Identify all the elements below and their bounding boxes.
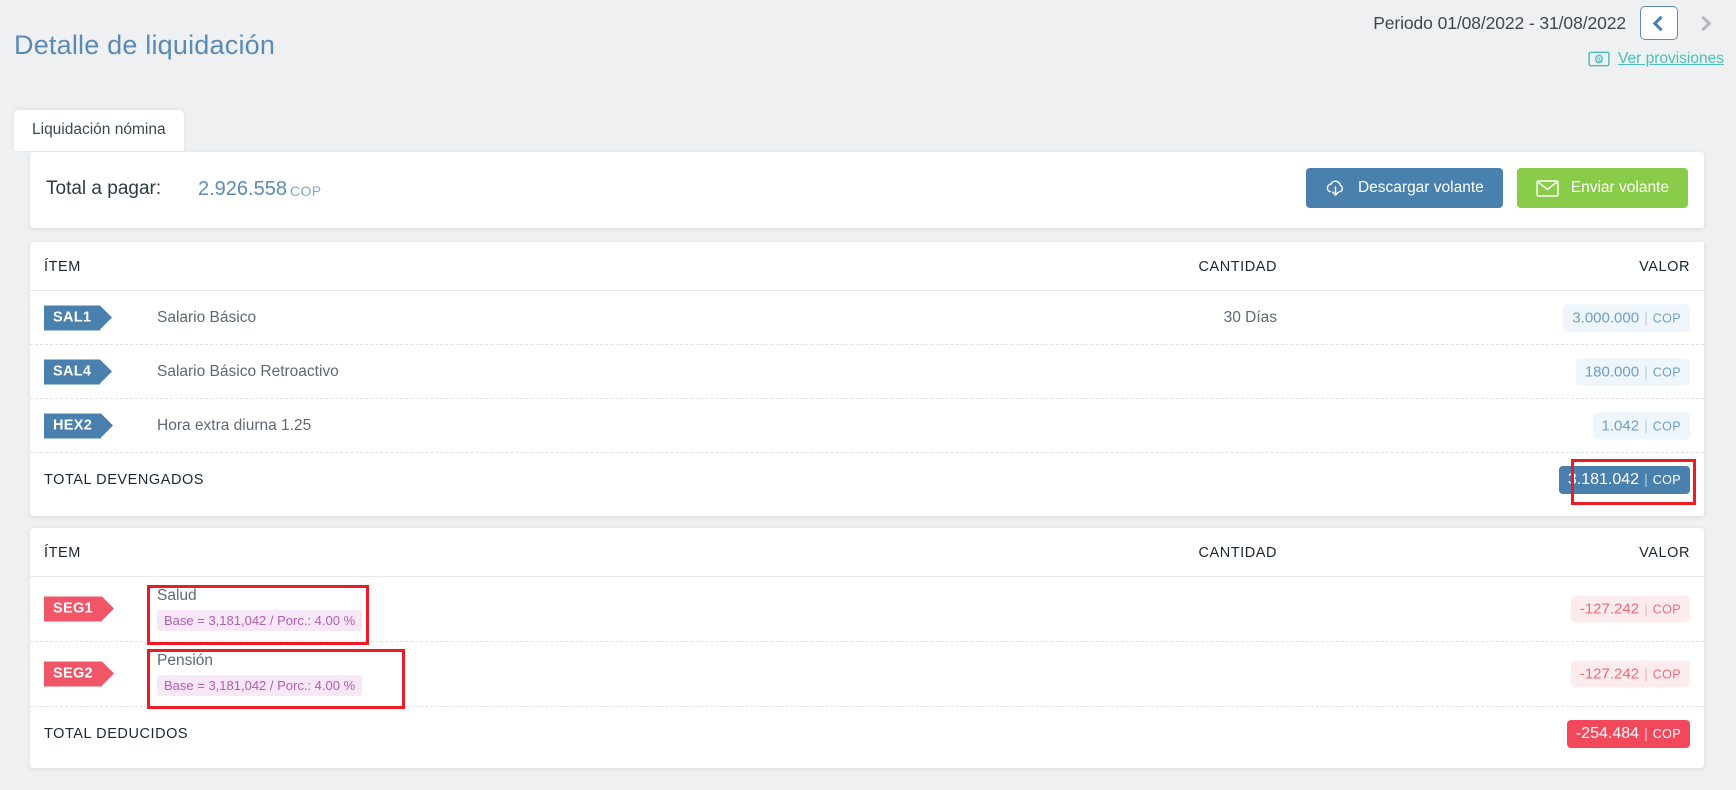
summary-actions: Descargar volante Enviar volante (1305, 168, 1688, 208)
earnings-table-card: ÍTEM CANTIDAD VALOR SAL1 Salario Básico … (30, 242, 1704, 516)
badge-label: SAL4 (44, 359, 113, 384)
earnings-code-badge: HEX2 (44, 413, 114, 438)
table-row[interactable]: HEX2 Hora extra diurna 1.25 1.042 | COP (30, 399, 1704, 453)
deductions-total-value: -254.484 | COP (1566, 720, 1690, 748)
page-header: Detalle de liquidación Periodo 01/08/202… (0, 0, 1736, 96)
deductions-col-quantity: CANTIDAD (1198, 545, 1277, 561)
earnings-item-value: 3.000.000 | COP (1563, 304, 1690, 331)
svg-text:$: $ (1597, 57, 1601, 64)
tab-bar: Liquidación nómina (14, 110, 184, 151)
value-number: -254.484 (1575, 725, 1640, 742)
earnings-code-badge: SAL4 (44, 359, 113, 384)
deductions-item-value: -127.242 | COP (1570, 595, 1690, 623)
deductions-item-name: Salud (157, 587, 197, 604)
value-number: -127.242 (1579, 600, 1640, 618)
value-number: 1.042 (1601, 417, 1640, 434)
value-currency: COP (1652, 667, 1681, 682)
value-currency: COP (1652, 473, 1681, 487)
badge-label: HEX2 (44, 413, 114, 438)
value-currency: COP (1652, 419, 1681, 433)
value-separator: | (1644, 363, 1648, 379)
money-bill-icon: $ (1588, 51, 1610, 67)
value-currency: COP (1652, 727, 1681, 741)
earnings-table-header: ÍTEM CANTIDAD VALOR (30, 242, 1704, 291)
deductions-item-value: -127.242 | COP (1570, 660, 1690, 688)
send-voucher-label: Enviar volante (1570, 179, 1669, 196)
table-row[interactable]: SEG1 Salud Base = 3,181,042 / Porc.: 4.0… (30, 577, 1704, 645)
deductions-table-header: ÍTEM CANTIDAD VALOR (30, 528, 1704, 577)
next-period-button[interactable] (1686, 6, 1724, 40)
period-selector: Periodo 01/08/2022 - 31/08/2022 (1373, 6, 1724, 40)
chevron-right-icon (1695, 15, 1712, 31)
value-number: -127.242 (1579, 665, 1640, 683)
deductions-total-label: TOTAL DEDUCIDOS (44, 726, 189, 742)
cloud-download-icon (1326, 180, 1344, 196)
deductions-item-info: Pensión Base = 3,181,042 / Porc.: 4.00 % (157, 652, 363, 696)
deductions-code-badge: SEG2 (44, 661, 114, 687)
earnings-col-value: VALOR (1639, 259, 1690, 275)
earnings-col-item: ÍTEM (44, 259, 81, 275)
table-row[interactable]: SEG2 Pensión Base = 3,181,042 / Porc.: 4… (30, 642, 1704, 709)
earnings-code-badge: SAL1 (44, 305, 113, 330)
deductions-col-item: ÍTEM (44, 545, 81, 561)
period-nav (1640, 6, 1724, 40)
value-currency: COP (1652, 365, 1681, 379)
value-separator: | (1644, 725, 1648, 741)
page-title: Detalle de liquidación (14, 30, 276, 60)
tab-liquidacion-nomina[interactable]: Liquidación nómina (14, 110, 184, 151)
value-separator: | (1644, 600, 1648, 617)
earnings-item-name: Salario Básico Retroactivo (157, 362, 339, 380)
badge-label: SEG2 (44, 661, 114, 687)
period-label: Periodo 01/08/2022 - 31/08/2022 (1373, 12, 1626, 33)
download-voucher-button[interactable]: Descargar volante (1305, 168, 1503, 208)
value-separator: | (1644, 309, 1648, 325)
envelope-icon (1536, 179, 1559, 197)
value-separator: | (1644, 417, 1648, 433)
total-to-pay-label: Total a pagar: (46, 178, 162, 199)
view-provisions[interactable]: $ Ver provisiones (1588, 50, 1724, 68)
earnings-total-row: TOTAL DEVENGADOS 3.181.042 | COP (30, 453, 1704, 507)
payroll-detail-page: Detalle de liquidación Periodo 01/08/202… (0, 0, 1736, 790)
value-currency: COP (1652, 311, 1681, 325)
table-row[interactable]: SAL4 Salario Básico Retroactivo 180.000 … (30, 345, 1704, 399)
value-number: 180.000 (1584, 363, 1640, 380)
value-currency: COP (1652, 602, 1681, 617)
table-row[interactable]: SAL1 Salario Básico 30 Días 3.000.000 | … (30, 291, 1704, 345)
earnings-item-value: 1.042 | COP (1592, 412, 1690, 439)
deductions-col-value: VALOR (1639, 545, 1690, 561)
deductions-total-row: TOTAL DEDUCIDOS -254.484 | COP (30, 707, 1704, 761)
earnings-col-quantity: CANTIDAD (1198, 259, 1277, 275)
download-voucher-label: Descargar volante (1357, 179, 1484, 196)
deductions-table-card: ÍTEM CANTIDAD VALOR SEG1 Salud Base = 3,… (30, 528, 1704, 768)
value-number: 3.000.000 (1572, 309, 1640, 326)
deductions-item-detail: Base = 3,181,042 / Porc.: 4.00 % (157, 610, 363, 631)
deductions-item-detail: Base = 3,181,042 / Porc.: 4.00 % (157, 675, 363, 696)
earnings-item-quantity: 30 Días (1223, 308, 1277, 326)
total-to-pay-value: 2.926.558 (198, 178, 287, 200)
earnings-item-name: Hora extra diurna 1.25 (157, 416, 312, 434)
earnings-item-value: 180.000 | COP (1575, 358, 1690, 385)
deductions-code-badge: SEG1 (44, 596, 114, 622)
previous-period-button[interactable] (1640, 6, 1678, 40)
earnings-item-name: Salario Básico (157, 308, 257, 326)
send-voucher-button[interactable]: Enviar volante (1516, 168, 1688, 208)
deductions-item-info: Salud Base = 3,181,042 / Porc.: 4.00 % (157, 587, 363, 631)
value-separator: | (1644, 665, 1648, 682)
total-to-pay-currency: COP (290, 183, 322, 199)
deductions-item-name: Pensión (157, 652, 214, 669)
value-separator: | (1644, 471, 1648, 487)
badge-label: SEG1 (44, 596, 114, 622)
earnings-total-value: 3.181.042 | COP (1558, 466, 1690, 494)
view-provisions-link[interactable]: Ver provisiones (1618, 50, 1724, 68)
summary-card: Total a pagar: 2.926.558 COP Descargar v… (30, 152, 1704, 228)
value-number: 3.181.042 (1567, 471, 1640, 488)
earnings-total-label: TOTAL DEVENGADOS (44, 472, 205, 488)
chevron-left-icon (1652, 15, 1669, 31)
badge-label: SAL1 (44, 305, 113, 330)
